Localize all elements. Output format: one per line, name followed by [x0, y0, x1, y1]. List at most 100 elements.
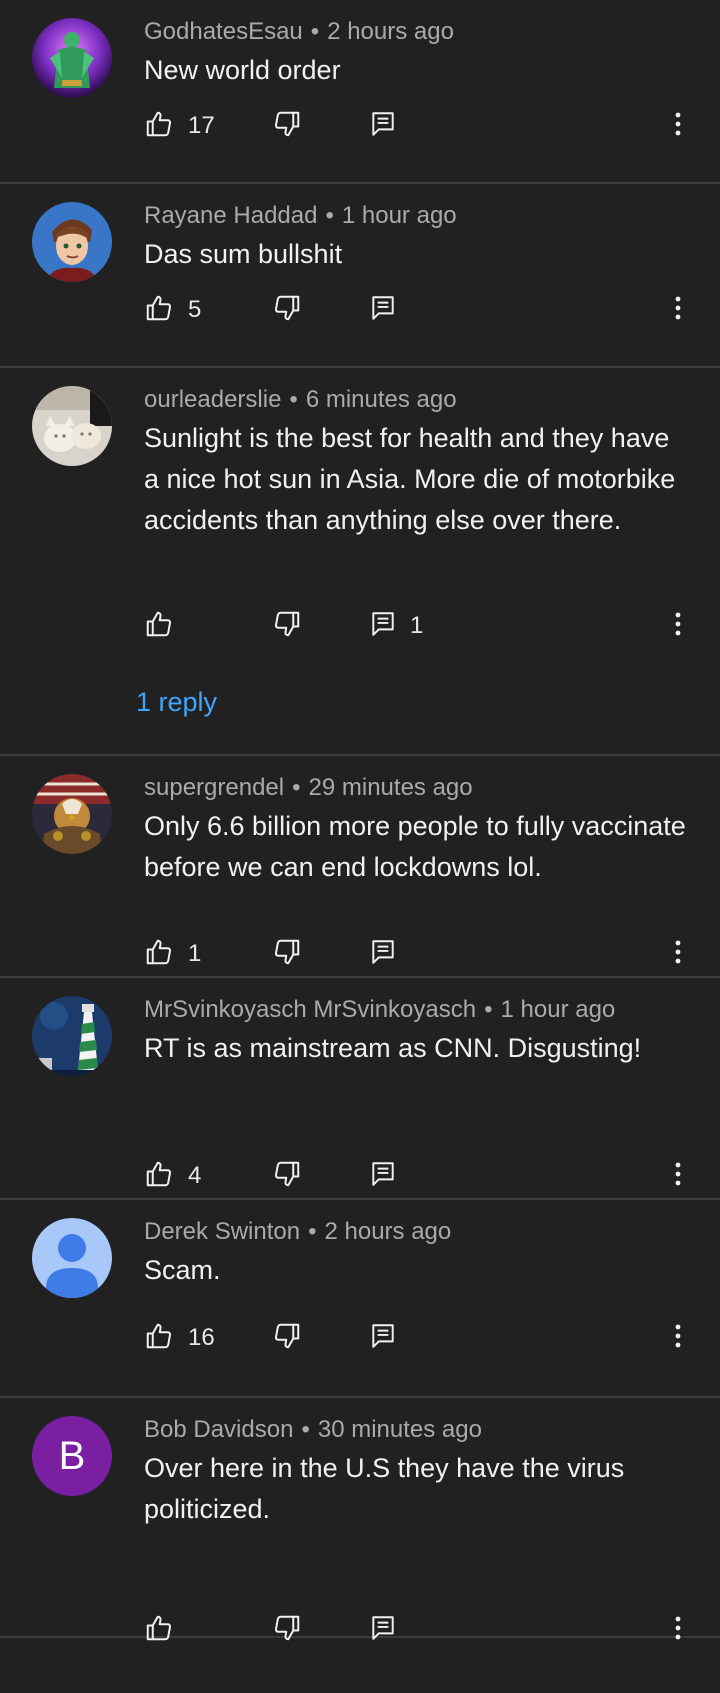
view-replies-link[interactable]: 1 reply	[136, 682, 217, 722]
author-name[interactable]: Bob Davidson	[144, 1416, 293, 1443]
comment-text: New world order	[144, 55, 341, 85]
like-button[interactable]: 1	[144, 934, 201, 974]
author-name[interactable]: MrSvinkoyasch MrSvinkoyasch	[144, 996, 476, 1023]
comment-text: RT is as mainstream as CNN. Disgusting!	[144, 1033, 642, 1063]
comment-text: Over here in the U.S they have the virus…	[144, 1453, 625, 1524]
comment-time: 30 minutes ago	[317, 1416, 482, 1443]
thumbs-up-icon	[144, 609, 174, 644]
comment-meta: Bob Davidson • 30 minutes ago	[144, 1410, 690, 1450]
comment-body: GodhatesEsau • 2 hours ago New world order	[144, 12, 690, 91]
comment-time: 6 minutes ago	[305, 386, 457, 413]
reply-button[interactable]	[370, 1156, 410, 1196]
more-vertical-icon	[675, 1324, 681, 1353]
comment-item: ourleaderslie • 6 minutes ago Sunlight is t…	[0, 368, 720, 756]
more-options-button[interactable]	[666, 1610, 690, 1650]
dislike-button[interactable]	[272, 290, 302, 330]
more-options-button[interactable]	[666, 106, 690, 146]
like-button[interactable]: 17	[144, 106, 215, 146]
comment-actions: 16	[144, 1318, 720, 1358]
like-button[interactable]	[144, 606, 188, 646]
avatar[interactable]	[32, 386, 112, 466]
like-button[interactable]: 5	[144, 290, 201, 330]
dislike-button[interactable]	[272, 606, 302, 646]
comment-meta: ourleaderslie • 6 minutes ago	[144, 380, 690, 420]
avatar[interactable]: B	[32, 1416, 112, 1496]
comment-item: MrSvinkoyasch MrSvinkoyasch • 1 hour ago RT…	[0, 978, 720, 1200]
dislike-button[interactable]	[272, 1318, 302, 1358]
thumbs-up-icon	[144, 109, 174, 144]
comment-body: Derek Swinton • 2 hours ago Scam.	[144, 1212, 690, 1291]
comment-body: Bob Davidson • 30 minutes ago Over here in …	[144, 1410, 690, 1530]
comment-text: Das sum bullshit	[144, 239, 343, 269]
reply-button[interactable]	[370, 1610, 410, 1650]
thumbs-down-icon	[272, 109, 302, 144]
more-vertical-icon	[675, 1616, 681, 1645]
comment-item: Derek Swinton • 2 hours ago Scam. 16	[0, 1200, 720, 1398]
thumbs-up-icon	[144, 1613, 174, 1648]
more-options-button[interactable]	[666, 1318, 690, 1358]
avatar-letter: B	[32, 1416, 112, 1496]
comment-icon	[370, 110, 396, 143]
more-vertical-icon	[675, 296, 681, 325]
author-name[interactable]: supergrendel	[144, 774, 284, 801]
reply-button[interactable]: 1	[370, 606, 423, 646]
thumbs-down-icon	[272, 609, 302, 644]
more-vertical-icon	[675, 612, 681, 641]
comment-text: Only 6.6 billion more people to fully va…	[144, 811, 686, 882]
separator-dot: •	[308, 1218, 317, 1245]
dislike-button[interactable]	[272, 1156, 302, 1196]
comment-actions	[144, 1610, 720, 1650]
avatar[interactable]	[32, 1218, 112, 1298]
comment-meta: supergrendel • 29 minutes ago	[144, 768, 690, 808]
comment-text: Sunlight is the best for health and they…	[144, 423, 676, 535]
comment-time: 2 hours ago	[327, 18, 454, 45]
comment-body: ourleaderslie • 6 minutes ago Sunlight is t…	[144, 380, 690, 541]
author-name[interactable]: Rayane Haddad	[144, 202, 317, 229]
separator-dot: •	[301, 1416, 310, 1443]
author-name[interactable]: GodhatesEsau	[144, 18, 303, 45]
like-count: 1	[188, 940, 202, 967]
like-count: 16	[188, 1324, 215, 1351]
avatar-image	[32, 774, 112, 854]
separator-dot: •	[484, 996, 493, 1023]
like-button[interactable]	[144, 1610, 188, 1650]
avatar-image	[32, 996, 112, 1076]
comment-item: B Bob Davidson • 30 minutes ago Over here in…	[0, 1398, 720, 1640]
dislike-button[interactable]	[272, 106, 302, 146]
comment-time: 1 hour ago	[500, 996, 616, 1023]
author-name[interactable]: ourleaderslie	[144, 386, 281, 413]
comment-icon	[370, 1160, 396, 1193]
reply-button[interactable]	[370, 106, 410, 146]
reply-button[interactable]	[370, 1318, 410, 1358]
comment-time: 2 hours ago	[324, 1218, 452, 1245]
more-options-button[interactable]	[666, 1156, 690, 1196]
avatar[interactable]	[32, 18, 112, 98]
comment-icon	[370, 610, 396, 643]
avatar[interactable]	[32, 202, 112, 282]
thumbs-up-icon	[144, 1321, 174, 1356]
more-options-button[interactable]	[666, 290, 690, 330]
like-button[interactable]: 16	[144, 1318, 215, 1358]
reply-button[interactable]	[370, 290, 410, 330]
avatar-image	[32, 1218, 112, 1298]
comment-meta: MrSvinkoyasch MrSvinkoyasch • 1 hour ago	[144, 990, 690, 1030]
author-name[interactable]: Derek Swinton	[144, 1218, 300, 1245]
comment-body: MrSvinkoyasch MrSvinkoyasch • 1 hour ago RT…	[144, 990, 690, 1069]
thumbs-up-icon	[144, 293, 174, 328]
more-options-button[interactable]	[666, 606, 690, 646]
avatar-image	[32, 386, 112, 466]
reply-button[interactable]	[370, 934, 410, 974]
like-button[interactable]: 4	[144, 1156, 201, 1196]
comment-item: Rayane Haddad • 1 hour ago Das sum bullshit…	[0, 184, 720, 368]
avatar[interactable]	[32, 996, 112, 1076]
more-options-button[interactable]	[666, 934, 690, 974]
comment-actions: 1	[144, 606, 720, 646]
separator-dot: •	[325, 202, 334, 229]
comment-item: supergrendel • 29 minutes ago Only 6.6 bill…	[0, 756, 720, 978]
dislike-button[interactable]	[272, 934, 302, 974]
comment-actions: 1	[144, 934, 720, 974]
comment-meta: GodhatesEsau • 2 hours ago	[144, 12, 690, 52]
avatar[interactable]	[32, 774, 112, 854]
dislike-button[interactable]	[272, 1610, 302, 1650]
avatar-image	[32, 18, 112, 98]
